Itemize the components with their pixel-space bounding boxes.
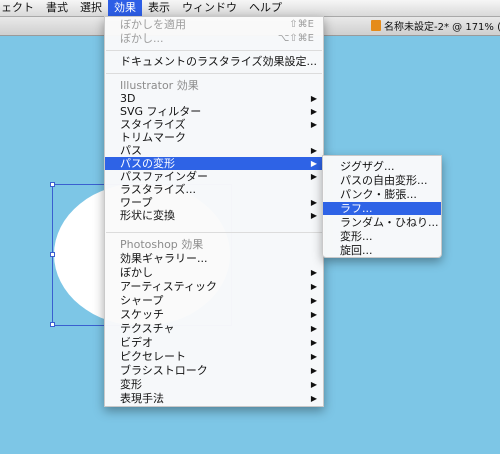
menu-item-distort[interactable]: 変形 ▶: [105, 378, 323, 391]
menu-item-warp[interactable]: ワープ ▶: [105, 196, 323, 209]
menu-item-video[interactable]: ビデオ ▶: [105, 336, 323, 349]
submenu-item-free-distort[interactable]: パスの自由変形...: [323, 174, 441, 187]
submenu-item-pucker-bloat[interactable]: パンク・膨張...: [323, 188, 441, 201]
menu-item-blur[interactable]: ぼかし ▶: [105, 266, 323, 279]
submenu-item-transform[interactable]: 変形...: [323, 230, 441, 243]
menu-item-brush-strokes[interactable]: ブラシストローク ▶: [105, 364, 323, 377]
submenu-item-zigzag[interactable]: ジグザグ...: [323, 160, 441, 173]
menu-item-raster-settings[interactable]: ドキュメントのラスタライズ効果設定...: [105, 55, 323, 68]
menu-separator: [106, 73, 322, 74]
menu-item-last-effect[interactable]: ぼかし... ⌥⇧⌘E: [105, 32, 323, 45]
document-title: 名称未設定-2* @ 171% (RG: [384, 22, 500, 33]
menu-item-effect-gallery[interactable]: 効果ギャラリー...: [105, 252, 323, 265]
submenu-arrow-icon: ▶: [310, 146, 317, 155]
submenu-arrow-icon: ▶: [310, 296, 317, 305]
menu-separator: [106, 50, 322, 51]
selection-handle[interactable]: [50, 182, 55, 187]
menu-item-distort-transform[interactable]: パスの変形 ▶: [105, 157, 323, 170]
section-header-photoshop: Photoshop 効果: [120, 238, 204, 251]
menu-item-apply-last-effect[interactable]: ぼかしを適用 ⇧⌘E: [105, 18, 323, 31]
menu-item-pathfinder[interactable]: パスファインダー ▶: [105, 170, 323, 183]
distort-transform-submenu: ジグザグ... パスの自由変形... パンク・膨張... ラフ... ランダム・…: [322, 155, 442, 258]
section-header-illustrator: Illustrator 効果: [120, 79, 199, 92]
shortcut-label: ⇧⌘E: [289, 19, 314, 30]
menu-separator: [106, 232, 322, 233]
submenu-arrow-icon: ▶: [310, 324, 317, 333]
menu-item-artistic[interactable]: アーティスティック ▶: [105, 280, 323, 293]
submenu-arrow-icon: ▶: [310, 94, 317, 103]
menu-object[interactable]: ェクト: [0, 0, 40, 16]
effect-menu: ぼかしを適用 ⇧⌘E ぼかし... ⌥⇧⌘E ドキュメントのラスタライズ効果設定…: [104, 16, 324, 407]
submenu-arrow-icon: ▶: [310, 310, 317, 319]
menu-view[interactable]: 表示: [142, 0, 176, 16]
menu-select[interactable]: 選択: [74, 0, 108, 16]
menu-item-texture[interactable]: テクスチャ ▶: [105, 322, 323, 335]
menu-help[interactable]: ヘルプ: [243, 0, 288, 16]
submenu-arrow-icon: ▶: [310, 338, 317, 347]
menu-bar: ェクト 書式 選択 効果 表示 ウィンドウ ヘルプ: [0, 0, 500, 17]
submenu-arrow-icon: ▶: [310, 394, 317, 403]
submenu-arrow-icon: ▶: [310, 380, 317, 389]
menu-item-stylize[interactable]: スタイライズ ▶: [105, 118, 323, 131]
submenu-arrow-icon: ▶: [310, 198, 317, 207]
selection-handle[interactable]: [50, 322, 55, 327]
selection-handle[interactable]: [50, 252, 55, 257]
menu-item-sketch[interactable]: スケッチ ▶: [105, 308, 323, 321]
menu-item-svg-filter[interactable]: SVG フィルター ▶: [105, 105, 323, 118]
menu-item-pixelate[interactable]: ピクセレート ▶: [105, 350, 323, 363]
submenu-arrow-icon: ▶: [310, 352, 317, 361]
document-tab[interactable]: 名称未設定-2* @ 171% (RG: [371, 18, 500, 33]
submenu-arrow-icon: ▶: [310, 107, 317, 116]
submenu-arrow-icon: ▶: [310, 366, 317, 375]
menu-item-convert-to-shape[interactable]: 形状に変換 ▶: [105, 209, 323, 222]
document-icon: [371, 20, 381, 31]
submenu-item-tweak[interactable]: ランダム・ひねり...: [323, 216, 441, 229]
menu-window[interactable]: ウィンドウ: [176, 0, 243, 16]
menu-item-path[interactable]: パス ▶: [105, 144, 323, 157]
submenu-item-roughen[interactable]: ラフ...: [323, 202, 441, 215]
menu-item-rasterize[interactable]: ラスタライズ...: [105, 183, 323, 196]
menu-effect[interactable]: 効果: [108, 0, 142, 16]
menu-item-stylize-ps[interactable]: 表現手法 ▶: [105, 392, 323, 405]
submenu-arrow-icon: ▶: [310, 120, 317, 129]
menu-type[interactable]: 書式: [40, 0, 74, 16]
submenu-arrow-icon: ▶: [310, 159, 317, 168]
submenu-item-twist[interactable]: 旋回...: [323, 244, 441, 257]
menu-item-sharpen[interactable]: シャープ ▶: [105, 294, 323, 307]
submenu-arrow-icon: ▶: [310, 268, 317, 277]
submenu-arrow-icon: ▶: [310, 211, 317, 220]
menu-item-3d[interactable]: 3D ▶: [105, 92, 323, 105]
menu-item-trim-marks[interactable]: トリムマーク: [105, 131, 323, 144]
shortcut-label: ⌥⇧⌘E: [277, 33, 314, 44]
submenu-arrow-icon: ▶: [310, 282, 317, 291]
submenu-arrow-icon: ▶: [310, 172, 317, 181]
